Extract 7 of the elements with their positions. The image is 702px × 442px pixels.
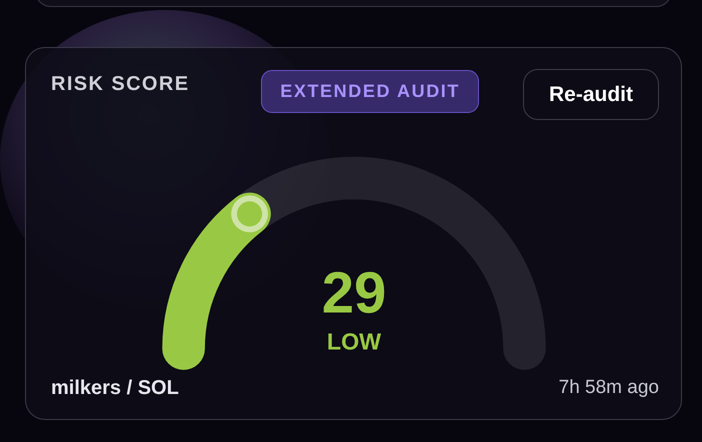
risk-rating: LOW	[326, 328, 382, 355]
card-title: RISK SCORE	[51, 73, 190, 96]
trading-pair: milkers / SOL	[51, 376, 179, 400]
re-audit-button[interactable]: Re-audit	[523, 69, 659, 120]
risk-score: 29	[322, 260, 386, 326]
audit-badge: EXTENDED AUDIT	[261, 70, 479, 113]
updated-time: 7h 58m ago	[558, 377, 659, 400]
